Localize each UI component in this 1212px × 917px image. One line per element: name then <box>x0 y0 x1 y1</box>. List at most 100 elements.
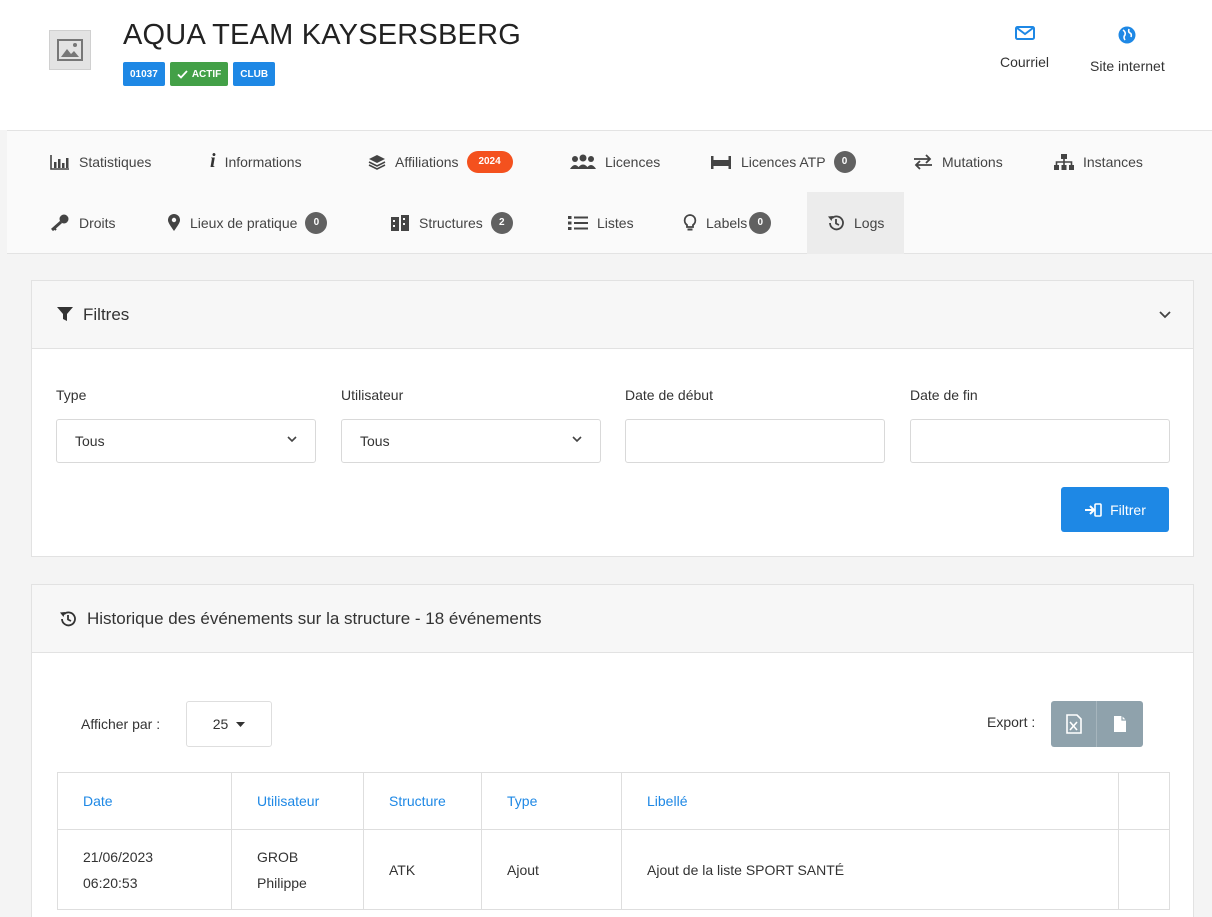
user-select[interactable]: Tous <box>341 419 601 463</box>
per-page-select[interactable]: 25 <box>186 701 272 747</box>
start-date-input[interactable] <box>625 419 885 463</box>
filters-panel: Filtres Type Tous Utilisateur Tous Date … <box>31 280 1194 557</box>
bed-icon <box>711 155 731 169</box>
code-badge: 01037 <box>123 62 165 86</box>
cell-type: Ajout <box>481 829 622 910</box>
page-header: AQUA TEAM KAYSERSBERG 01037 ACTIF CLUB C… <box>0 0 1212 130</box>
labels-count-badge: 0 <box>749 211 772 234</box>
tab-listes-label: Listes <box>597 214 634 231</box>
affiliations-count-badge: 2024 <box>466 150 513 173</box>
export-excel-button[interactable] <box>1051 701 1097 747</box>
tab-licences-atp[interactable]: Licences ATP 0 <box>710 131 856 192</box>
tab-affiliations[interactable]: Affiliations 2024 <box>368 131 513 192</box>
cell-label: Ajout de la liste SPORT SANTÉ <box>621 829 1119 910</box>
cell-user-firstname: Philippe <box>257 874 307 891</box>
filter-icon <box>57 307 73 321</box>
tab-logs-label: Logs <box>854 215 885 231</box>
filter-button[interactable]: Filtrer <box>1061 487 1169 532</box>
envelope-icon <box>1014 26 1035 40</box>
map-marker-icon <box>168 213 180 231</box>
column-header-type[interactable]: Type <box>481 772 622 830</box>
history-title-label: Historique des événements sur la structu… <box>87 608 542 628</box>
end-date-input[interactable] <box>910 419 1170 463</box>
tab-licences-atp-label: Licences ATP <box>741 153 826 170</box>
tab-droits-label: Droits <box>79 214 116 231</box>
structure-tabs: Statistiques i Informations Affiliations… <box>7 130 1212 254</box>
tab-droits[interactable]: Droits <box>50 192 116 253</box>
cell-date: 21/06/2023 06:20:53 <box>57 829 232 910</box>
tab-instances-label: Instances <box>1083 153 1143 170</box>
type-select-value: Tous <box>75 433 105 449</box>
tab-affiliations-label: Affiliations <box>395 153 459 170</box>
type-filter-label: Type <box>56 387 87 403</box>
tab-licences-label: Licences <box>605 153 661 170</box>
file-excel-icon <box>1065 714 1082 734</box>
column-header-actions <box>1118 772 1170 830</box>
layers-icon <box>368 154 386 170</box>
tab-logs[interactable]: Logs <box>807 192 905 254</box>
website-link-label: Site internet <box>1090 58 1165 74</box>
tab-labels[interactable]: Labels 0 <box>683 192 772 253</box>
tab-mutations[interactable]: Mutations <box>913 131 1003 192</box>
history-icon <box>60 611 76 626</box>
tab-structures[interactable]: Structures 2 <box>390 192 513 253</box>
tab-informations[interactable]: i Informations <box>210 131 302 192</box>
tab-structures-label: Structures <box>419 214 483 231</box>
bar-chart-icon <box>50 154 69 170</box>
tab-statistiques[interactable]: Statistiques <box>50 131 151 192</box>
building-icon <box>391 214 409 231</box>
cell-user-lastname: GROB <box>257 848 299 865</box>
user-filter-label: Utilisateur <box>341 387 404 403</box>
tab-listes[interactable]: Listes <box>568 192 634 253</box>
info-icon: i <box>210 150 216 172</box>
history-table: Date Utilisateur Structure Type Libellé … <box>57 772 1170 910</box>
status-badge: ACTIF <box>169 62 229 86</box>
club-logo-placeholder <box>49 30 91 70</box>
licences-atp-count-badge: 0 <box>833 150 856 173</box>
column-header-structure[interactable]: Structure <box>363 772 482 830</box>
tab-informations-label: Informations <box>224 153 302 170</box>
status-badge-label: ACTIF <box>191 68 222 80</box>
per-page-label: Afficher par : <box>81 716 161 732</box>
image-icon <box>57 39 83 61</box>
history-icon <box>828 215 844 231</box>
email-link[interactable]: Courriel <box>1000 25 1049 70</box>
tab-statistiques-label: Statistiques <box>79 153 152 170</box>
tab-instances[interactable]: Instances <box>1054 131 1143 192</box>
history-title: Historique des événements sur la structu… <box>59 609 542 629</box>
kind-badge: CLUB <box>233 62 276 86</box>
table-header-row: Date Utilisateur Structure Type Libellé <box>57 772 1170 830</box>
cell-actions <box>1118 829 1170 910</box>
user-select-value: Tous <box>360 433 390 449</box>
check-icon <box>177 69 188 79</box>
filter-button-label: Filtrer <box>1110 501 1146 518</box>
website-link[interactable]: Site internet <box>1090 25 1165 74</box>
column-header-user[interactable]: Utilisateur <box>231 772 364 830</box>
sitemap-icon <box>1054 153 1074 170</box>
caret-down-icon <box>236 721 246 727</box>
filters-title-label: Filtres <box>83 304 130 324</box>
column-header-label[interactable]: Libellé <box>621 772 1119 830</box>
column-header-date[interactable]: Date <box>57 772 232 830</box>
chevron-down-icon <box>1159 311 1171 319</box>
chevron-down-icon <box>287 436 297 443</box>
page-title: AQUA TEAM KAYSERSBERG <box>123 19 521 51</box>
type-select[interactable]: Tous <box>56 419 316 463</box>
list-icon <box>568 215 588 230</box>
cell-date-time: 06:20:53 <box>83 874 138 891</box>
export-file-button[interactable] <box>1097 701 1143 747</box>
filters-title: Filtres <box>57 305 129 325</box>
end-date-label: Date de fin <box>910 387 978 403</box>
history-panel-header: Historique des événements sur la structu… <box>32 585 1193 653</box>
globe-icon <box>1118 26 1136 44</box>
filters-panel-header[interactable]: Filtres <box>32 281 1193 349</box>
lieux-count-badge: 0 <box>305 211 328 234</box>
structures-count-badge: 2 <box>490 211 513 234</box>
cell-structure: ATK <box>363 829 482 910</box>
export-label: Export : <box>987 714 1036 730</box>
tab-lieux-de-pratique[interactable]: Lieux de pratique 0 <box>167 192 328 253</box>
tab-lieux-label: Lieux de pratique <box>190 214 298 231</box>
table-row: 21/06/2023 06:20:53 GROB Philippe ATK Aj… <box>57 829 1170 910</box>
tab-licences[interactable]: Licences <box>570 131 660 192</box>
badge-group: 01037 ACTIF CLUB <box>123 62 276 86</box>
